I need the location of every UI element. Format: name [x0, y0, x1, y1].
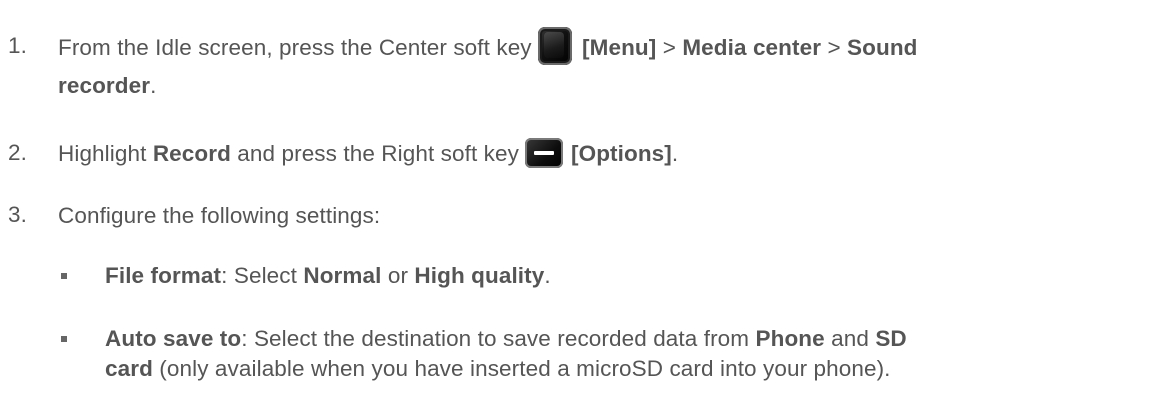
step-text: From the Idle screen, press the Center s…: [58, 34, 532, 60]
setting-label: File format: [105, 263, 222, 288]
option-sd-card-cont: card: [105, 356, 153, 381]
step-text: Highlight: [58, 141, 147, 166]
bullet-line-2: card (only available when you have inser…: [105, 355, 891, 383]
step-2-line-1: Highlight Record and press the Right sof…: [58, 138, 679, 169]
menu-item-record: Record: [152, 141, 231, 166]
step-number: 3.: [8, 202, 27, 227]
sentence-end: .: [671, 141, 679, 166]
step-1-line-1: From the Idle screen, press the Center s…: [58, 27, 918, 65]
bullet-marker: [61, 273, 67, 279]
step-number: 2.: [8, 140, 27, 165]
bullet-text: and: [831, 326, 869, 351]
step-text: Configure the following settings:: [58, 203, 381, 228]
option-high-quality: High quality: [414, 263, 545, 288]
sentence-end: .: [150, 73, 157, 98]
menu-separator: >: [827, 34, 841, 60]
option-normal: Normal: [303, 263, 382, 288]
menu-item-sound-recorder: Sound: [847, 34, 918, 60]
menu-item-media-center: Media center: [682, 34, 822, 60]
setting-label: Auto save to: [105, 326, 242, 351]
step-number: 1.: [8, 33, 27, 58]
bullet-line: Auto save to: Select the destination to …: [105, 325, 907, 353]
bullet-text: or: [387, 263, 409, 288]
right-soft-key-icon: [525, 138, 563, 169]
step-1-line-2: recorder.: [58, 72, 156, 100]
bullet-marker: [61, 336, 67, 342]
bullet-text: Select the destination to save recorded …: [253, 326, 750, 351]
key-label: [Menu]: [582, 34, 657, 60]
center-soft-key-icon: [537, 27, 572, 65]
bullet-text: Select: [233, 263, 297, 288]
menu-item-sound-recorder-cont: recorder: [58, 73, 151, 98]
step-3-line-1: Configure the following settings:: [58, 202, 380, 230]
colon: :: [221, 263, 228, 288]
step-text: and press the Right soft key: [237, 141, 519, 166]
option-sd-card: SD: [875, 326, 907, 351]
option-phone: Phone: [755, 326, 825, 351]
bullet-line: File format: Select Normal or High quali…: [105, 262, 551, 290]
key-label: [Options]: [571, 141, 672, 166]
menu-separator: >: [662, 34, 676, 60]
colon: :: [241, 326, 248, 351]
bullet-text: (only available when you have inserted a…: [159, 356, 891, 381]
sentence-end: .: [544, 263, 551, 288]
